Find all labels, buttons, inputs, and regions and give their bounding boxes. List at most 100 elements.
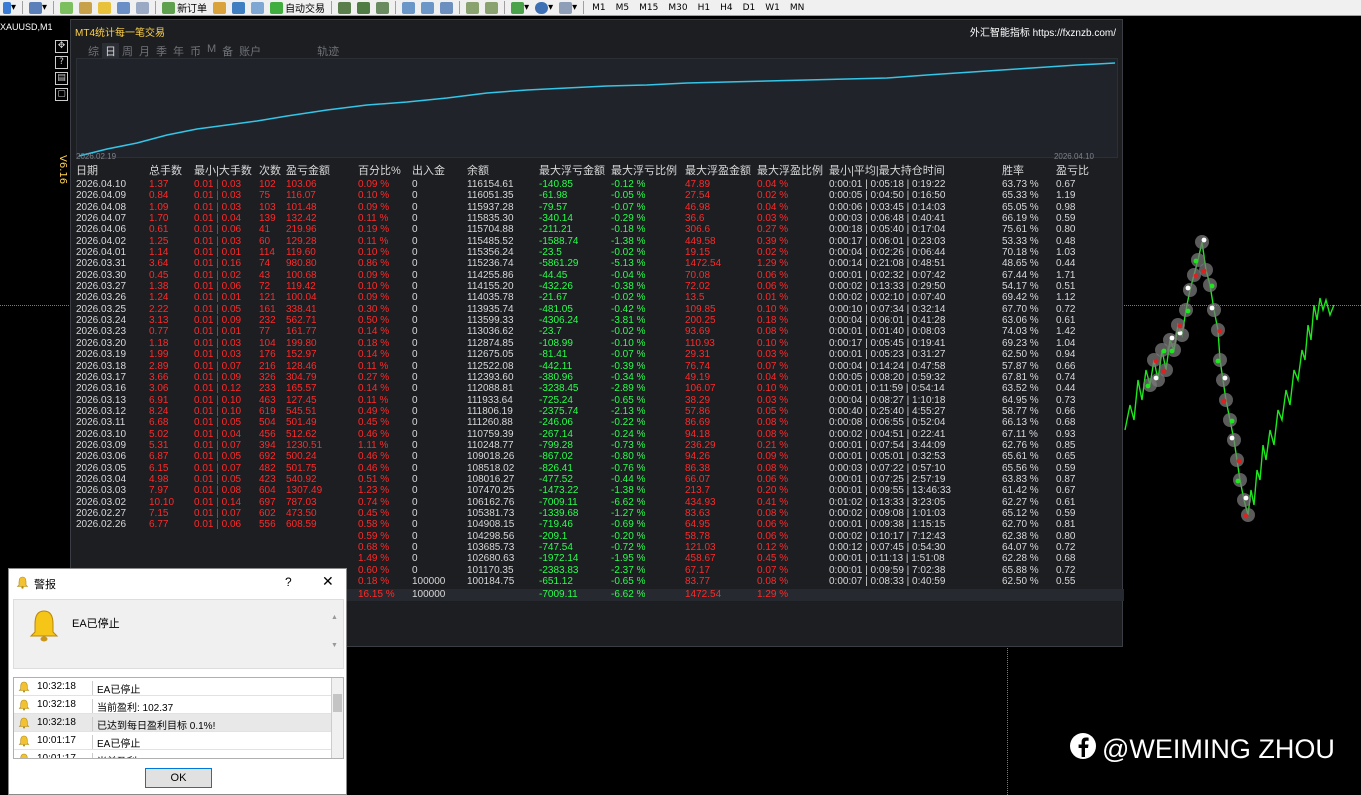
timeframe-m5[interactable]: M5 [611, 3, 635, 13]
trade-marker [1193, 258, 1199, 264]
tab-4[interactable]: 季 [153, 43, 170, 59]
market-icon[interactable] [248, 1, 267, 15]
favorites-icon[interactable] [95, 1, 114, 15]
table-cell-0: 2026.03.16 [76, 383, 127, 395]
table-cell-7: 112088.81 [467, 383, 514, 395]
tab-7[interactable]: M [204, 43, 219, 59]
tab-10[interactable]: 轨迹 [314, 43, 342, 59]
signals-icon[interactable] [229, 1, 248, 15]
timeframe-d1[interactable]: D1 [738, 3, 761, 13]
table-row: 2026.02.27 7.15 0.01 | 0.07 602 473.50 0.45 %… [71, 508, 1124, 519]
timeframe-m15[interactable]: M15 [634, 3, 663, 13]
chart-shift-icon[interactable] [463, 1, 482, 15]
close-button[interactable]: ✕ [322, 573, 334, 590]
watermark-text: @WEIMING ZHOU [1102, 734, 1335, 764]
table-cell-4: 501.75 [286, 462, 317, 474]
crosshair-icon[interactable]: ✥ [55, 40, 68, 53]
auto-trade-button[interactable]: 自动交易 [267, 1, 328, 15]
table-cell-7: 113036.62 [467, 326, 514, 338]
zoom-out-icon[interactable] [418, 1, 437, 15]
version-label: V6.16 [57, 155, 68, 185]
zoom-in-icon[interactable] [399, 1, 418, 15]
table-cell-9: -0.20 % [611, 530, 646, 542]
table-cell-4: 1307.49 [286, 485, 323, 497]
alert-history-list[interactable]: 10:32:18 EA已停止 10:32:18 当前盈利: 102.37 10:32:1… [13, 677, 344, 759]
templates-icon[interactable]: ▾ [556, 1, 580, 15]
table-cell-5: 0.46 % [358, 451, 390, 463]
panel-icon[interactable]: ▤ [55, 72, 68, 85]
list-scrollbar[interactable] [331, 678, 343, 758]
periods-icon[interactable]: ▾ [532, 1, 556, 15]
list-scroll-thumb[interactable] [333, 694, 342, 712]
table-cell-1: 3.06 [149, 383, 169, 395]
tab-9[interactable]: 账户 [236, 43, 264, 59]
table-row: 2026.03.02 10.10 0.01 | 0.14 697 787.03 0.74 … [71, 497, 1124, 508]
bell-icon [18, 681, 30, 696]
toolbar-arrow-button[interactable]: ▾ [0, 1, 19, 15]
metaeditor-icon[interactable] [210, 1, 229, 15]
tab-5[interactable]: 年 [170, 43, 187, 59]
watermark: @WEIMING ZHOU [1068, 731, 1335, 768]
table-cell-2: 0.01 | 0.08 [194, 485, 242, 497]
tester-icon[interactable] [133, 1, 152, 15]
timeframe-h4[interactable]: H4 [715, 3, 738, 13]
table-cell-0: 2026.04.01 [76, 247, 127, 259]
candlestick-icon[interactable] [354, 1, 373, 15]
trade-markers [1143, 235, 1255, 522]
table-cell-9: -1.38 % [611, 235, 646, 247]
table-cell-14: 0.48 [1056, 235, 1076, 247]
alert-entry[interactable]: 10:32:18 EA已停止 [14, 678, 343, 696]
table-cell-5: 0.30 % [358, 303, 390, 315]
help-icon[interactable]: ? [55, 56, 68, 69]
new-order-button[interactable]: 新订单 [159, 1, 210, 15]
line-chart-icon[interactable] [373, 1, 392, 15]
table-cell-2: 0.01 | 0.03 [194, 179, 242, 190]
indicators-icon[interactable]: ▾ [508, 1, 532, 15]
bar-chart-icon[interactable] [335, 1, 354, 15]
tab-6[interactable]: 币 [187, 43, 204, 59]
table-cell-6: 0 [412, 496, 418, 508]
help-button[interactable]: ? [285, 575, 292, 589]
tile-windows-icon[interactable] [437, 1, 456, 15]
column-header-8: 最大浮亏金额 [539, 165, 605, 177]
timeframe-m1[interactable]: M1 [587, 3, 611, 13]
alert-entry[interactable]: 10:01:17 当前盈利: 101.75 [14, 750, 343, 758]
terminal-icon[interactable] [114, 1, 133, 15]
market-watch-icon[interactable] [57, 1, 76, 15]
table-cell-10: 70.08 [685, 269, 711, 281]
table-cell-11: 0.45 % [757, 553, 789, 565]
table-cell-8: -651.12 [539, 576, 573, 588]
timeframe-h1[interactable]: H1 [693, 3, 716, 13]
timeframe-w1[interactable]: W1 [760, 3, 785, 13]
table-cell-10: 67.17 [685, 564, 711, 576]
window-icon[interactable]: ▢ [55, 88, 68, 101]
brand-link[interactable]: 外汇智能指标 https://fxznzb.com/ [970, 24, 1116, 39]
message-scrollbar[interactable]: ▲ ▼ [331, 614, 341, 664]
table-cell-13: 63.06 % [1002, 315, 1039, 327]
timeframe-mn[interactable]: MN [785, 3, 810, 13]
table-cell-14: 1.04 [1056, 337, 1076, 349]
tab-8[interactable]: 备 [219, 43, 236, 59]
table-cell-3: 556 [259, 519, 276, 531]
table-cell-0: 2026.03.20 [76, 337, 127, 349]
alert-entry-message: EA已停止 [97, 739, 141, 750]
table-cell-11: 0.39 % [757, 235, 789, 247]
tab-0[interactable]: 综 [85, 43, 102, 59]
table-cell-5: 0.60 % [358, 564, 390, 576]
tab-3[interactable]: 月 [136, 43, 153, 59]
alert-entry[interactable]: 10:01:17 EA已停止 [14, 732, 343, 750]
navigator-icon[interactable] [76, 1, 95, 15]
ok-button[interactable]: OK [145, 768, 212, 788]
autoscroll-icon[interactable] [482, 1, 501, 15]
alert-entry[interactable]: 10:32:18 当前盈利: 102.37 [14, 696, 343, 714]
tab-1[interactable]: 日 [102, 43, 119, 59]
table-cell-13: 65.56 % [1002, 462, 1039, 474]
alert-entry[interactable]: 10:32:18 已达到每日盈利目标 0.1%! [14, 714, 343, 732]
new-order-label: 新订单 [177, 4, 208, 15]
table-cell-9: -0.29 % [611, 213, 646, 225]
table-cell-4: 787.03 [286, 496, 317, 508]
tab-2[interactable]: 周 [119, 43, 136, 59]
timeframe-m30[interactable]: M30 [663, 3, 692, 13]
table-cell-6: 0 [412, 394, 418, 406]
save-icon[interactable]: ▾ [26, 1, 50, 15]
